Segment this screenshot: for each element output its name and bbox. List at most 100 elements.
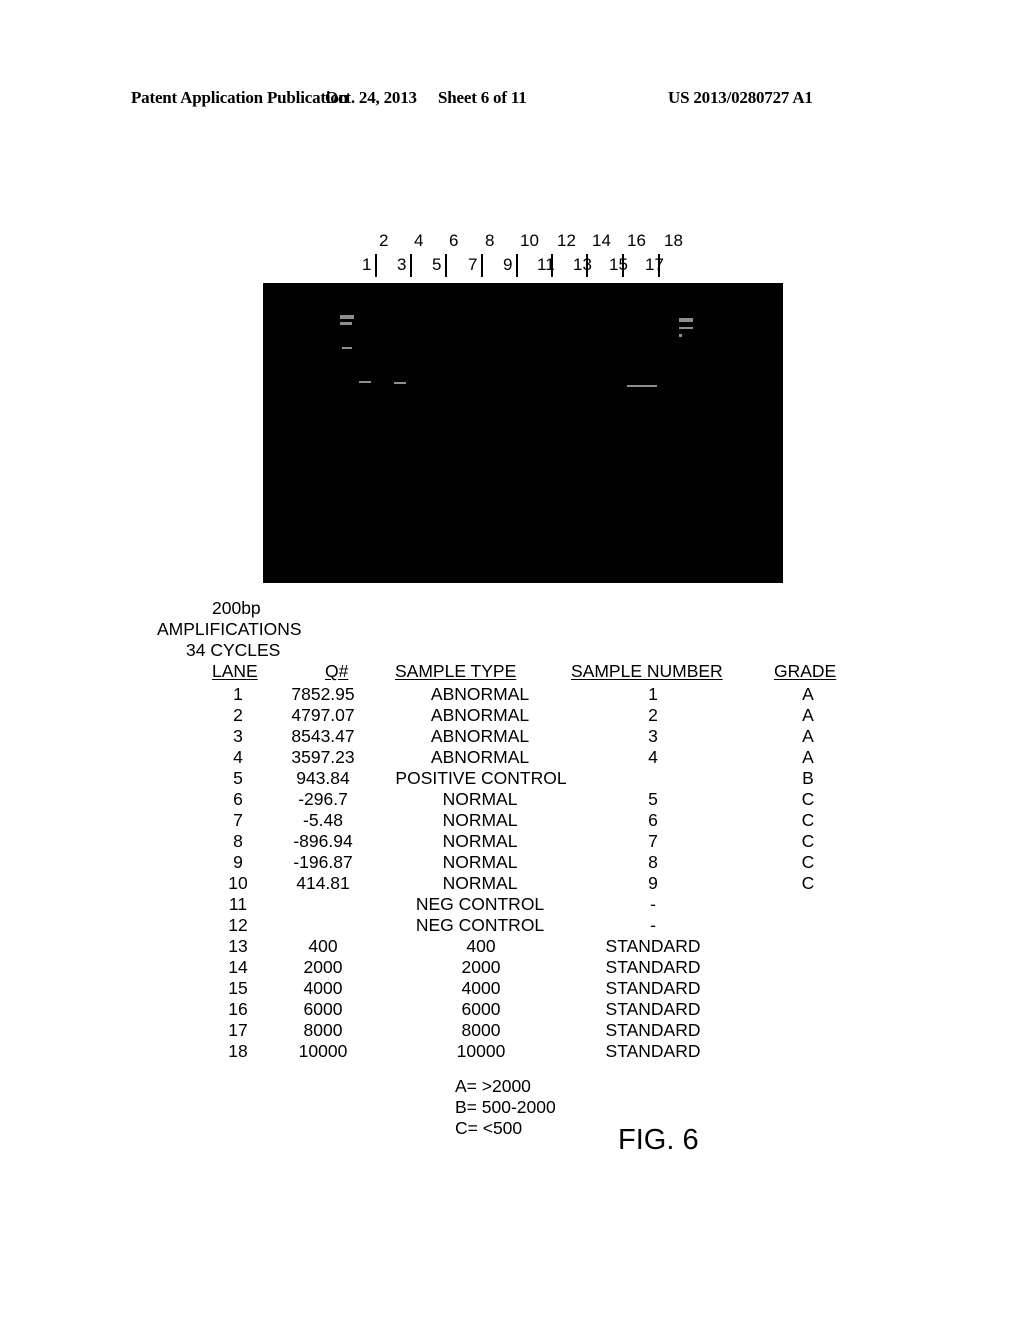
lane-label-odd: 17 (645, 255, 664, 274)
cell-sample-type: 10000 (456, 1041, 506, 1061)
cell-sample-type: POSITIVE CONTROL (395, 768, 567, 788)
cell-sample-type: ABNORMAL (430, 726, 530, 746)
lane-label-even: 10 (520, 231, 539, 250)
lane-label-odd: 9 (503, 255, 513, 274)
cell-lane: 7 (233, 810, 243, 830)
cell-sample-type: NORMAL (442, 831, 518, 851)
lane-label-even: 4 (414, 231, 424, 250)
caption-fragment-size: 200bp (212, 598, 261, 618)
cell-sample-number: STANDARD (605, 936, 701, 956)
gel-band (679, 334, 682, 337)
cell-q-number: 6000 (303, 999, 343, 1019)
cell-sample-type: 6000 (461, 999, 501, 1019)
cell-sample-number: STANDARD (605, 1020, 701, 1040)
cell-q-number: 10000 (298, 1041, 348, 1061)
gel-band (679, 318, 693, 322)
gel-band (340, 322, 352, 325)
cell-q-number: 8000 (303, 1020, 343, 1040)
gel-electrophoresis-image (263, 283, 783, 583)
lane-divider (410, 254, 412, 277)
lane-label-odd: 3 (397, 255, 407, 274)
cell-sample-type: ABNORMAL (430, 705, 530, 725)
lane-label-even: 8 (485, 231, 495, 250)
cell-lane: 6 (233, 789, 243, 809)
cell-lane: 8 (233, 831, 243, 851)
cell-sample-number: 6 (648, 810, 658, 830)
lane-label-odd: 13 (573, 255, 592, 274)
cell-lane: 14 (228, 957, 248, 977)
lane-divider (516, 254, 518, 277)
gel-band (359, 381, 371, 383)
legend-grade-a: A= >2000 (455, 1076, 531, 1096)
lane-label-even: 14 (592, 231, 611, 250)
cell-lane: 13 (228, 936, 248, 956)
gel-band (679, 327, 693, 329)
lane-label-even: 6 (449, 231, 459, 250)
cell-sample-number: STANDARD (605, 957, 701, 977)
patent-number: US 2013/0280727 A1 (668, 88, 813, 107)
cell-sample-type: 4000 (461, 978, 501, 998)
cell-sample-number: STANDARD (605, 999, 701, 1019)
lane-label-even: 2 (379, 231, 389, 250)
lane-divider (658, 254, 660, 277)
header-q-number: Q# (325, 661, 349, 681)
cell-grade: C (801, 873, 815, 893)
cell-sample-type: 8000 (461, 1020, 501, 1040)
cell-grade: C (801, 810, 815, 830)
cell-lane: 10 (228, 873, 248, 893)
lane-divider (586, 254, 588, 277)
lane-label-odd: 5 (432, 255, 442, 274)
cell-sample-type: NORMAL (442, 873, 518, 893)
lane-label-even: 12 (557, 231, 576, 250)
cell-lane: 16 (228, 999, 248, 1019)
cell-grade: C (801, 852, 815, 872)
cell-sample-type: 400 (466, 936, 496, 956)
lane-divider (551, 254, 553, 277)
cell-q-number: -296.7 (298, 789, 348, 809)
cell-q-number: 4797.07 (291, 705, 355, 725)
gel-band (627, 385, 657, 387)
lane-label-odd: 7 (468, 255, 478, 274)
cell-sample-number: 5 (648, 789, 658, 809)
gel-band (394, 382, 406, 384)
cell-sample-number: 3 (648, 726, 658, 746)
cell-sample-type: ABNORMAL (430, 684, 530, 704)
cell-grade: A (802, 726, 814, 746)
cell-sample-number: 2 (648, 705, 658, 725)
cell-sample-number: - (650, 915, 656, 935)
cell-q-number: -196.87 (293, 852, 353, 872)
cell-lane: 4 (233, 747, 243, 767)
cell-lane: 3 (233, 726, 243, 746)
legend-grade-c: C= <500 (455, 1118, 523, 1138)
cell-lane: 1 (233, 684, 243, 704)
header-sample-type: SAMPLE TYPE (395, 661, 517, 681)
header-sample-number: SAMPLE NUMBER (571, 661, 723, 681)
cell-lane: 17 (228, 1020, 248, 1040)
publication-date: Oct. 24, 2013 (325, 88, 417, 107)
cell-sample-number: - (650, 894, 656, 914)
figure-label: FIG. 6 (618, 1124, 699, 1156)
cell-grade: C (801, 789, 815, 809)
cell-lane: 9 (233, 852, 243, 872)
cell-grade: A (802, 684, 814, 704)
gel-band (340, 315, 354, 319)
cell-lane: 15 (228, 978, 248, 998)
cell-sample-type: ABNORMAL (430, 747, 530, 767)
header-lane: LANE (212, 661, 258, 681)
cell-q-number: 414.81 (296, 873, 350, 893)
lane-label-even: 18 (664, 231, 683, 250)
cell-lane: 2 (233, 705, 243, 725)
lane-label-odd: 15 (609, 255, 628, 274)
header-grade: GRADE (774, 661, 837, 681)
cell-sample-type: NORMAL (442, 810, 518, 830)
cell-sample-number: STANDARD (605, 1041, 701, 1061)
cell-sample-type: NEG CONTROL (415, 894, 545, 914)
cell-grade: C (801, 831, 815, 851)
lane-divider (481, 254, 483, 277)
cell-lane: 12 (228, 915, 248, 935)
cell-sample-type: NORMAL (442, 852, 518, 872)
caption-amplifications: AMPLIFICATIONS (157, 619, 302, 639)
cell-grade: A (802, 705, 814, 725)
legend-grade-b: B= 500-2000 (455, 1097, 556, 1117)
caption-cycles: 34 CYCLES (186, 640, 281, 660)
